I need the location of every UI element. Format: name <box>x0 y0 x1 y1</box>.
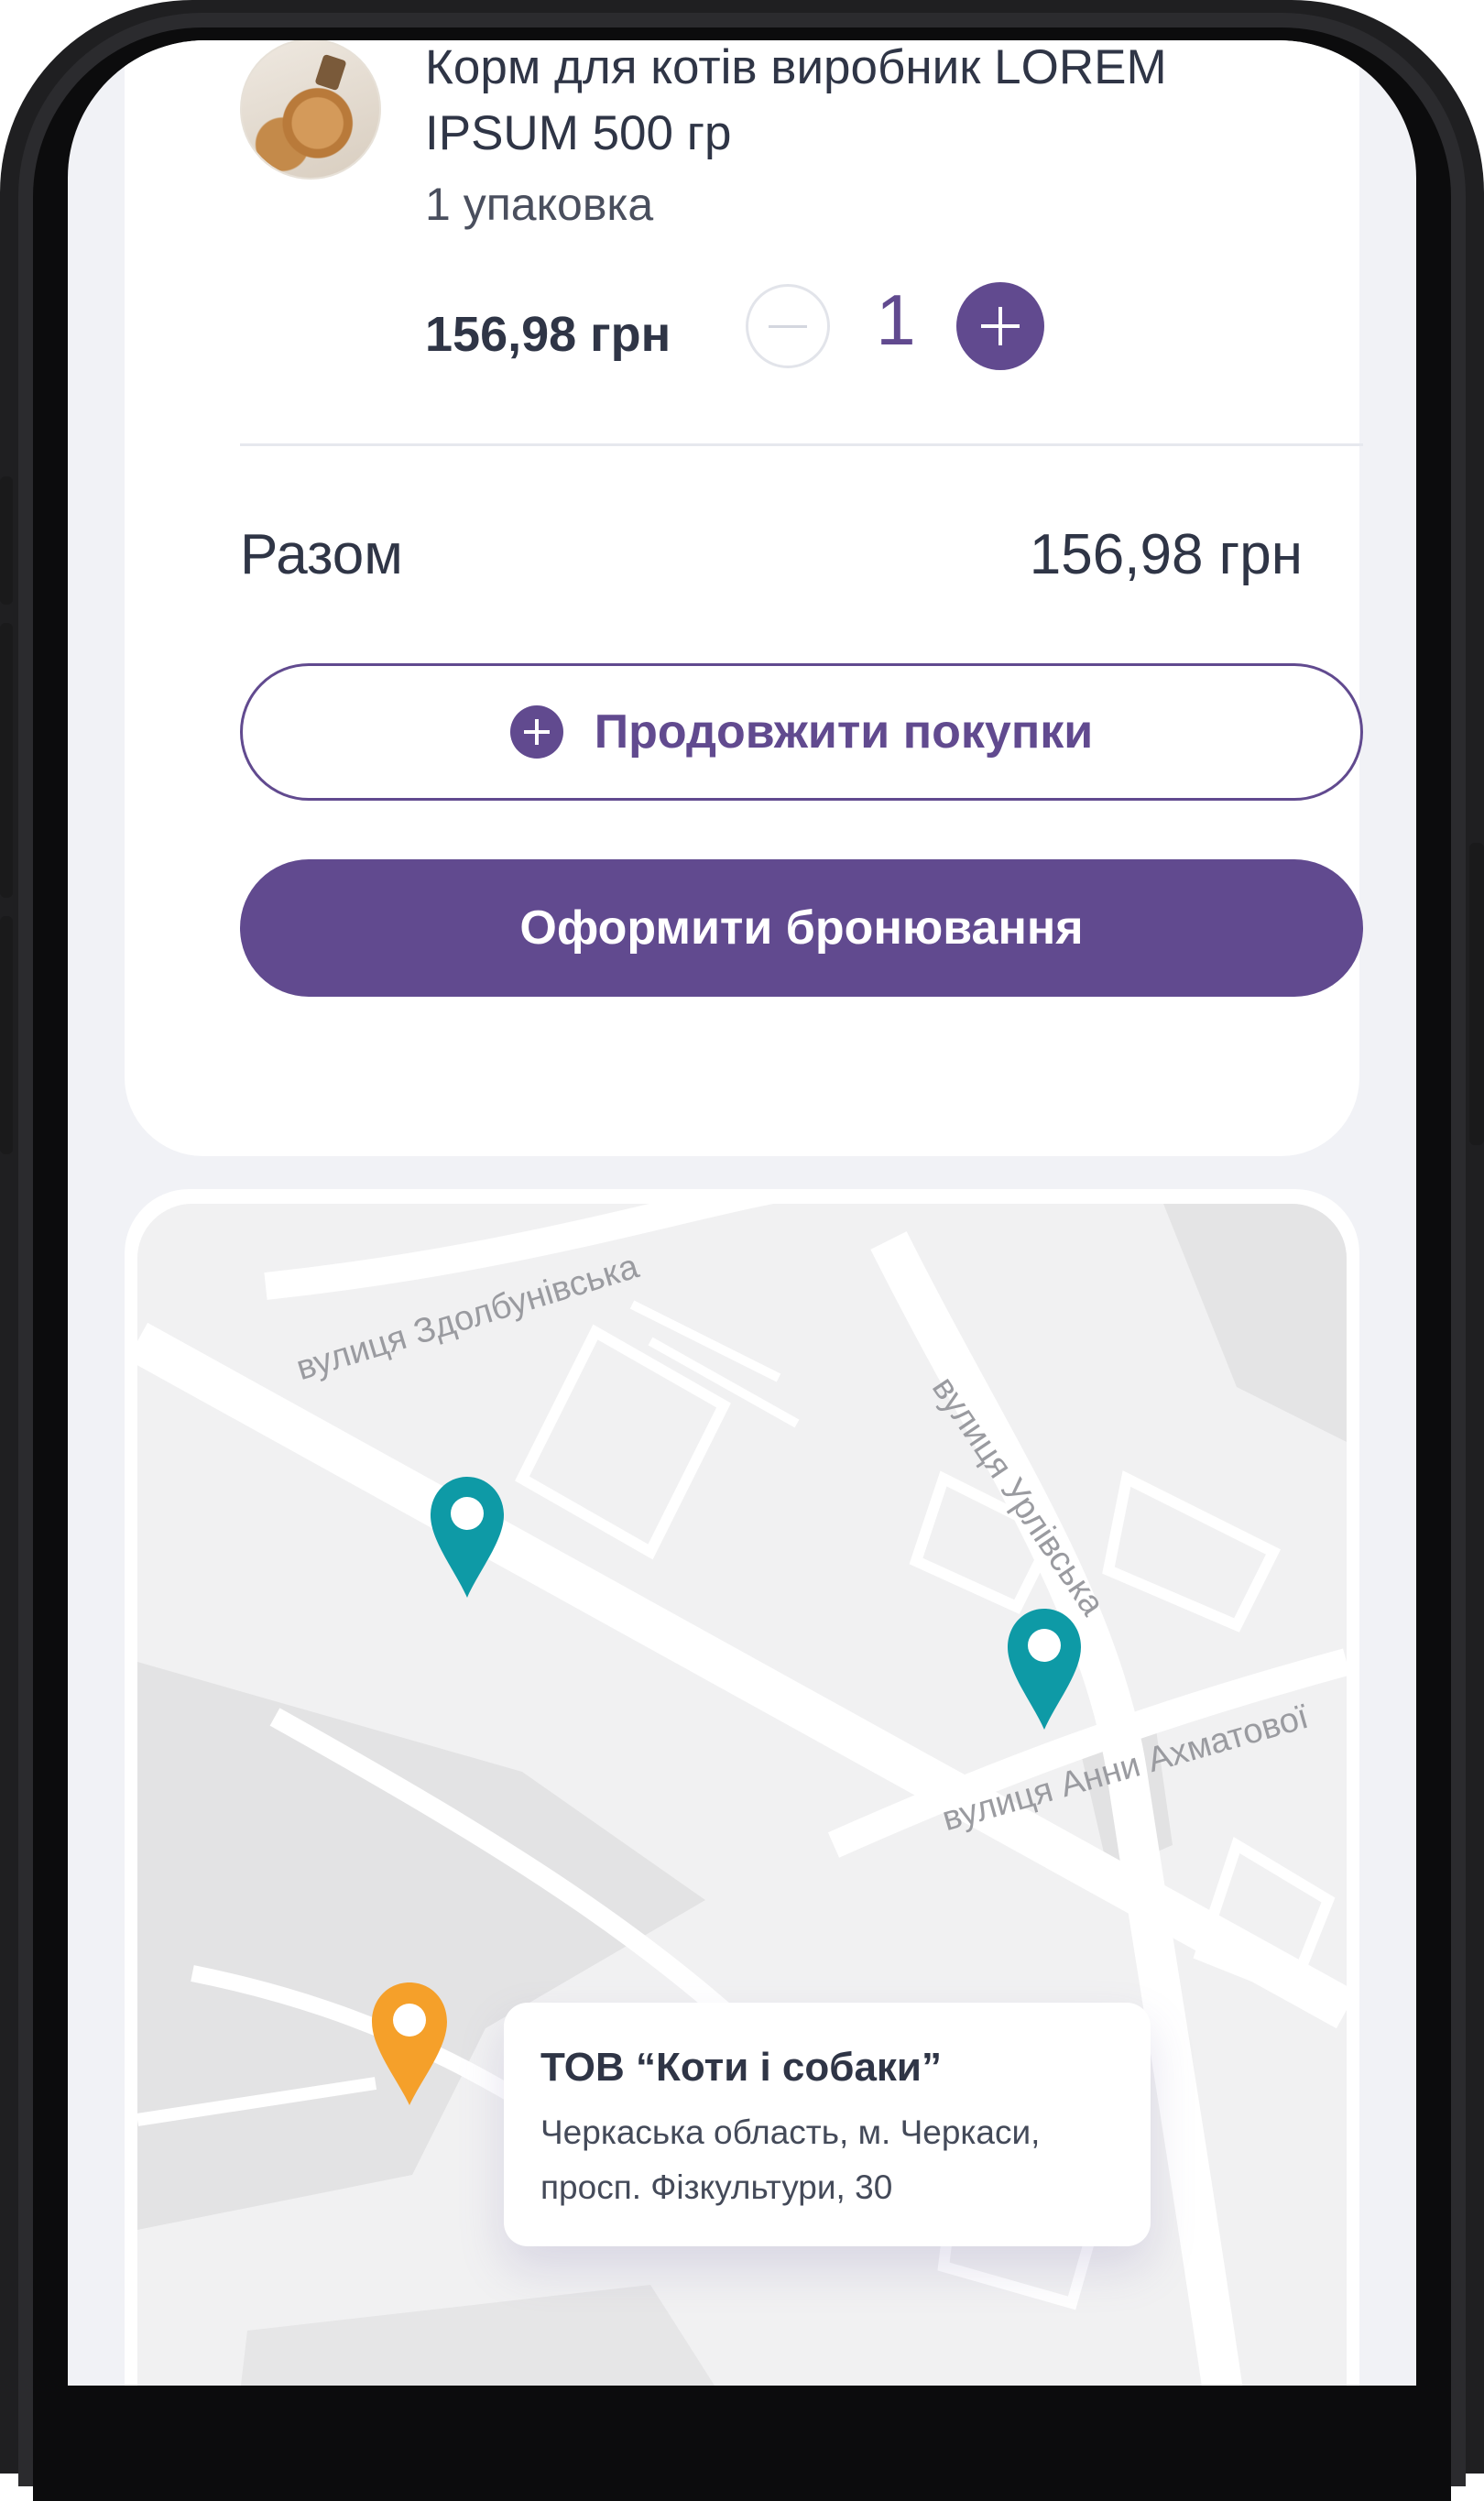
product-package: 1 упаковка <box>425 179 654 230</box>
phone-side-button <box>1469 843 1484 1145</box>
phone-volume-button <box>0 623 13 898</box>
continue-shopping-label: Продовжити покупки <box>594 705 1094 759</box>
map[interactable]: вулиця Здолбунівська вулиця Урлівська ву… <box>137 1204 1347 2386</box>
selected-store-pin-icon[interactable] <box>370 1981 449 2111</box>
store-pin-icon[interactable] <box>429 1475 506 1603</box>
store-info-card[interactable]: ТОВ “Коти і собаки” Черкаська область, м… <box>504 2003 1151 2246</box>
plus-circle-icon <box>509 705 563 759</box>
checkout-label: Оформити бронювання <box>519 901 1084 955</box>
store-address: Черкаська область, м. Черкаси, просп. Фі… <box>540 2113 1041 2206</box>
quantity-decrease-button[interactable] <box>746 284 830 368</box>
phone-volume-button <box>0 476 13 605</box>
divider <box>240 443 1363 446</box>
store-title: ТОВ “Коти і собаки” <box>540 2045 942 2090</box>
continue-shopping-button[interactable]: Продовжити покупки <box>240 663 1363 801</box>
quantity-value: 1 <box>876 279 916 360</box>
total-label: Разом <box>240 523 403 586</box>
checkout-button[interactable]: Оформити бронювання <box>240 859 1363 997</box>
quantity-increase-button[interactable] <box>956 282 1044 370</box>
total-value: 156,98 грн <box>1029 523 1303 586</box>
store-pin-icon[interactable] <box>1006 1607 1083 1735</box>
product-thumbnail <box>240 40 381 180</box>
app-screen: Корм для котів виробник LOREM IPSUM 500 … <box>68 40 1416 2386</box>
product-price: 156,98 грн <box>425 307 671 362</box>
map-card: вулиця Здолбунівська вулиця Урлівська ву… <box>125 1189 1359 2386</box>
phone-volume-button <box>0 916 13 1154</box>
order-card: Корм для котів виробник LOREM IPSUM 500 … <box>125 40 1363 1156</box>
product-name[interactable]: Корм для котів виробник LOREM IPSUM 500 … <box>425 40 1295 167</box>
